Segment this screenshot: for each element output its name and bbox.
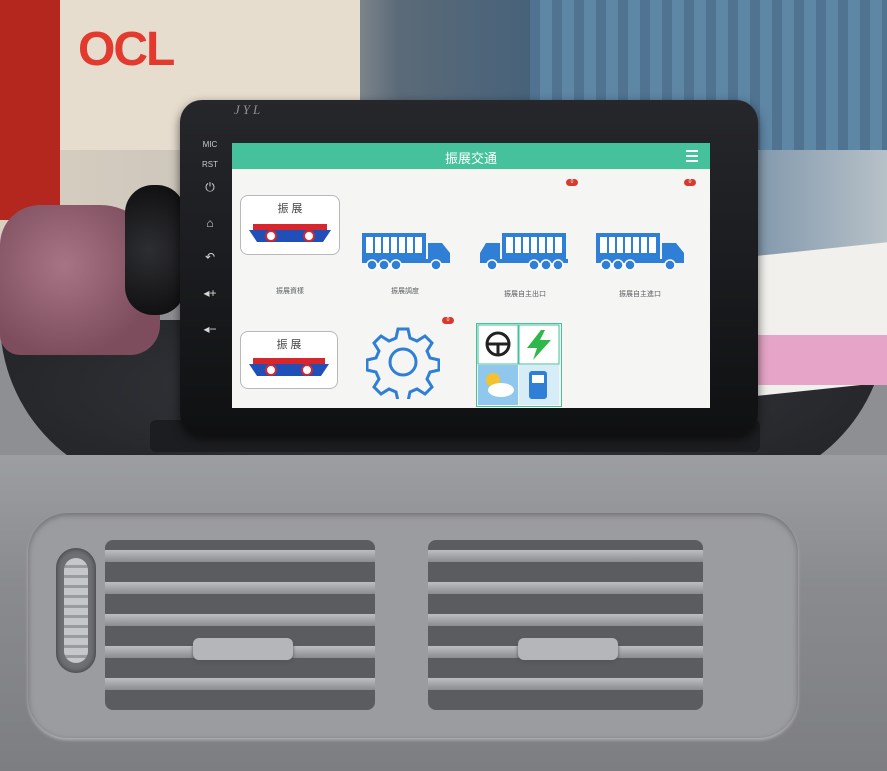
truck-icon[interactable] [594,231,686,273]
rear-knob [125,185,185,315]
air-vent-left [105,540,375,710]
tile-label: 振展自主進口 [619,291,661,298]
app-bar: 振展交通 [232,143,710,169]
mic-label: MIC [202,140,218,149]
tile-zhenzhan-resources[interactable]: 振 展 [240,195,340,255]
touch-screen: 振展交通 振 展 振展資樣 振展調度 0 振展自主出口 0 振展自主進口 振 展… [232,143,710,408]
truck-icon[interactable] [360,231,452,273]
pink-paper [742,335,887,385]
red-post [0,0,60,220]
side-button-bar: MIC RST ⏻ ⌂ ↶ ◂+ ◂− [195,130,225,400]
logo-graphic [249,224,331,242]
dashboard-grid-graphic [477,324,560,405]
tile-label: 振展調度 [391,288,419,295]
zhenzhan-logo: 振 展 [240,331,338,389]
gear-icon[interactable] [366,325,440,399]
truck-icon[interactable] [478,231,570,273]
menu-icon[interactable] [686,150,698,162]
notification-badge: 0 [566,179,578,186]
home-icon[interactable]: ⌂ [195,216,225,230]
vent-knob [518,638,618,660]
vent-thumbwheel [56,548,96,673]
reset-button[interactable]: RST [195,160,225,169]
notification-badge: 0 [684,179,696,186]
zhenzhan-logo: 振 展 [240,195,340,255]
dashboard-grid-icon[interactable] [476,323,562,407]
notification-badge: 0 [442,317,454,324]
tile-zhenzhan-logo[interactable]: 振 展 [240,331,340,391]
app-title: 振展交通 [444,151,497,166]
logo-graphic [249,358,329,376]
volume-up-icon[interactable]: ◂+ [195,286,225,300]
volume-down-icon[interactable]: ◂− [195,322,225,336]
background-sign: OCL [78,23,175,76]
vent-knob [193,638,293,660]
tile-label: 振展資樣 [276,288,304,295]
back-icon[interactable]: ↶ [195,250,225,264]
tile-label: 振展自主出口 [504,291,546,298]
air-vent-right [428,540,703,710]
power-icon[interactable]: ⏻ [195,180,225,195]
brand-label: JYL [234,102,264,117]
